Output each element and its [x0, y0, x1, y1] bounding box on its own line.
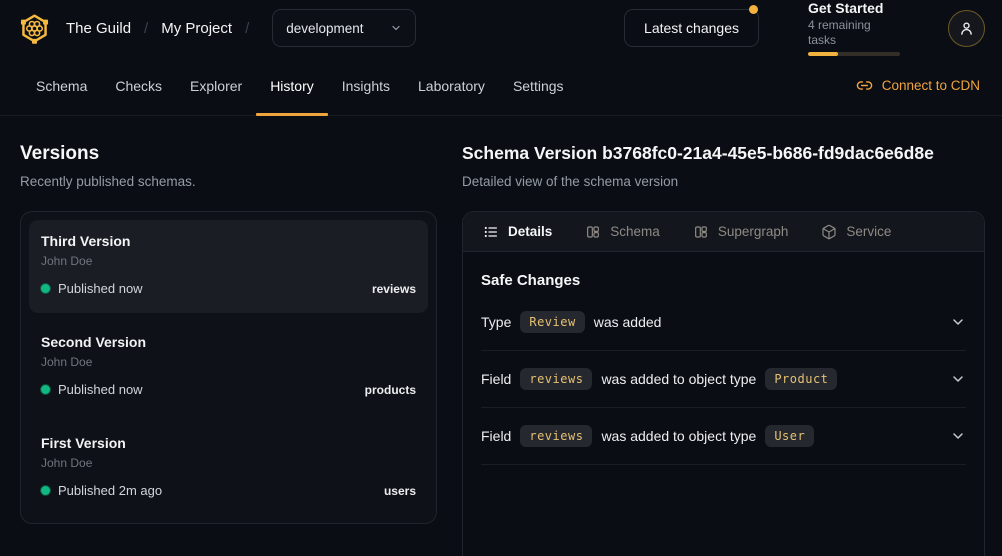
- nav-tabs-bar: SchemaChecksExplorerHistoryInsightsLabor…: [0, 56, 1002, 116]
- schema-version-title: Schema Version b3768fc0-21a4-45e5-b686-f…: [462, 142, 985, 165]
- service-tag: reviews: [372, 282, 416, 296]
- service-tag: products: [365, 383, 416, 397]
- detail-tab-label: Details: [508, 224, 552, 239]
- change-text: was added to object type: [601, 371, 756, 387]
- version-item[interactable]: Third Version John Doe Published now review…: [29, 220, 428, 313]
- connect-to-cdn-label: Connect to CDN: [882, 78, 980, 93]
- change-text: Type: [481, 314, 511, 330]
- safe-changes-heading: Safe Changes: [481, 272, 966, 289]
- version-title: Second Version: [41, 334, 416, 350]
- panels-icon: [693, 224, 709, 240]
- get-started-widget[interactable]: Get Started 4 remaining tasks: [808, 0, 901, 56]
- connect-to-cdn-link[interactable]: Connect to CDN: [856, 56, 980, 115]
- panels-icon: [585, 224, 601, 240]
- version-status: Published now: [41, 382, 143, 397]
- notification-dot: [749, 5, 758, 14]
- tab-laboratory[interactable]: Laboratory: [404, 56, 499, 115]
- change-text: was added: [594, 314, 662, 330]
- breadcrumb-separator: /: [144, 20, 148, 37]
- tab-insights[interactable]: Insights: [328, 56, 404, 115]
- version-status-text: Published now: [58, 382, 143, 397]
- change-badge: Product: [765, 368, 837, 390]
- tab-settings[interactable]: Settings: [499, 56, 578, 115]
- version-author: John Doe: [41, 355, 416, 369]
- change-text: Field: [481, 371, 511, 387]
- get-started-progress-fill: [808, 52, 838, 56]
- version-status: Published now: [41, 281, 143, 296]
- version-item[interactable]: Second Version John Doe Published now produ…: [29, 321, 428, 414]
- change-description: Type Review was added: [481, 311, 661, 333]
- detail-tab-content: Safe Changes Type Review was added Field rev…: [463, 272, 984, 465]
- changes-list: Type Review was added Field reviews was added…: [481, 294, 966, 465]
- detail-tab-service[interactable]: Service: [821, 224, 891, 240]
- breadcrumb-org[interactable]: The Guild: [66, 20, 131, 37]
- chevron-down-icon[interactable]: [950, 314, 966, 330]
- change-row[interactable]: Field reviews was added to object type User: [481, 408, 966, 465]
- schema-version-card: Details Schema Supergraph Service Safe Chan…: [462, 211, 985, 556]
- published-dot-icon: [41, 385, 50, 394]
- latest-changes-button[interactable]: Latest changes: [624, 9, 759, 47]
- versions-list: Third Version John Doe Published now review…: [20, 211, 437, 524]
- detail-tab-label: Schema: [610, 224, 660, 239]
- change-row[interactable]: Field reviews was added to object type Prod…: [481, 351, 966, 408]
- top-bar: The Guild / My Project / development Lat…: [0, 0, 1002, 56]
- detail-tab-supergraph[interactable]: Supergraph: [693, 224, 789, 240]
- list-icon: [483, 224, 499, 240]
- schema-version-subtitle: Detailed view of the schema version: [462, 174, 985, 190]
- version-title: First Version: [41, 435, 416, 451]
- chevron-down-icon[interactable]: [950, 428, 966, 444]
- version-item[interactable]: First Version John Doe Published 2m ago use…: [29, 422, 428, 515]
- cube-icon: [821, 224, 837, 240]
- change-description: Field reviews was added to object type User: [481, 425, 814, 447]
- target-select[interactable]: development: [272, 9, 415, 47]
- get-started-title: Get Started: [808, 0, 901, 17]
- hive-logo-icon[interactable]: [18, 12, 51, 45]
- version-status-row: Published now reviews: [41, 281, 416, 296]
- version-status-text: Published 2m ago: [58, 483, 162, 498]
- tab-checks[interactable]: Checks: [101, 56, 176, 115]
- tab-explorer[interactable]: Explorer: [176, 56, 256, 115]
- tab-history[interactable]: History: [256, 56, 328, 115]
- versions-title: Versions: [20, 142, 437, 165]
- detail-tab-label: Supergraph: [718, 224, 789, 239]
- service-tag: users: [384, 484, 416, 498]
- version-author: John Doe: [41, 456, 416, 470]
- published-dot-icon: [41, 284, 50, 293]
- link-icon: [856, 77, 873, 94]
- change-text: Field: [481, 428, 511, 444]
- published-dot-icon: [41, 486, 50, 495]
- chevron-down-icon: [390, 22, 402, 34]
- get-started-subtitle: 4 remaining tasks: [808, 18, 901, 48]
- detail-tab-schema[interactable]: Schema: [585, 224, 660, 240]
- chevron-down-icon[interactable]: [950, 371, 966, 387]
- user-avatar[interactable]: [948, 10, 985, 47]
- version-status-text: Published now: [58, 281, 143, 296]
- change-badge: reviews: [520, 425, 592, 447]
- person-icon: [958, 20, 975, 37]
- breadcrumb-project[interactable]: My Project: [161, 20, 232, 37]
- version-status-row: Published now products: [41, 382, 416, 397]
- change-description: Field reviews was added to object type Prod…: [481, 368, 837, 390]
- version-status-row: Published 2m ago users: [41, 483, 416, 498]
- version-author: John Doe: [41, 254, 416, 268]
- tab-schema[interactable]: Schema: [22, 56, 101, 115]
- detail-tab-details[interactable]: Details: [483, 224, 552, 240]
- schema-version-panel: Schema Version b3768fc0-21a4-45e5-b686-f…: [462, 142, 985, 556]
- change-badge: User: [765, 425, 814, 447]
- breadcrumb-separator: /: [245, 20, 249, 37]
- version-status: Published 2m ago: [41, 483, 162, 498]
- versions-panel: Versions Recently published schemas. Thi…: [20, 142, 437, 556]
- detail-tab-label: Service: [846, 224, 891, 239]
- change-badge: Review: [520, 311, 584, 333]
- change-badge: reviews: [520, 368, 592, 390]
- change-text: was added to object type: [601, 428, 756, 444]
- versions-subtitle: Recently published schemas.: [20, 174, 437, 190]
- target-select-value: development: [286, 21, 363, 36]
- version-title: Third Version: [41, 233, 416, 249]
- detail-tabs: Details Schema Supergraph Service: [463, 212, 984, 252]
- main-content: Versions Recently published schemas. Thi…: [0, 116, 1002, 556]
- change-row[interactable]: Type Review was added: [481, 294, 966, 351]
